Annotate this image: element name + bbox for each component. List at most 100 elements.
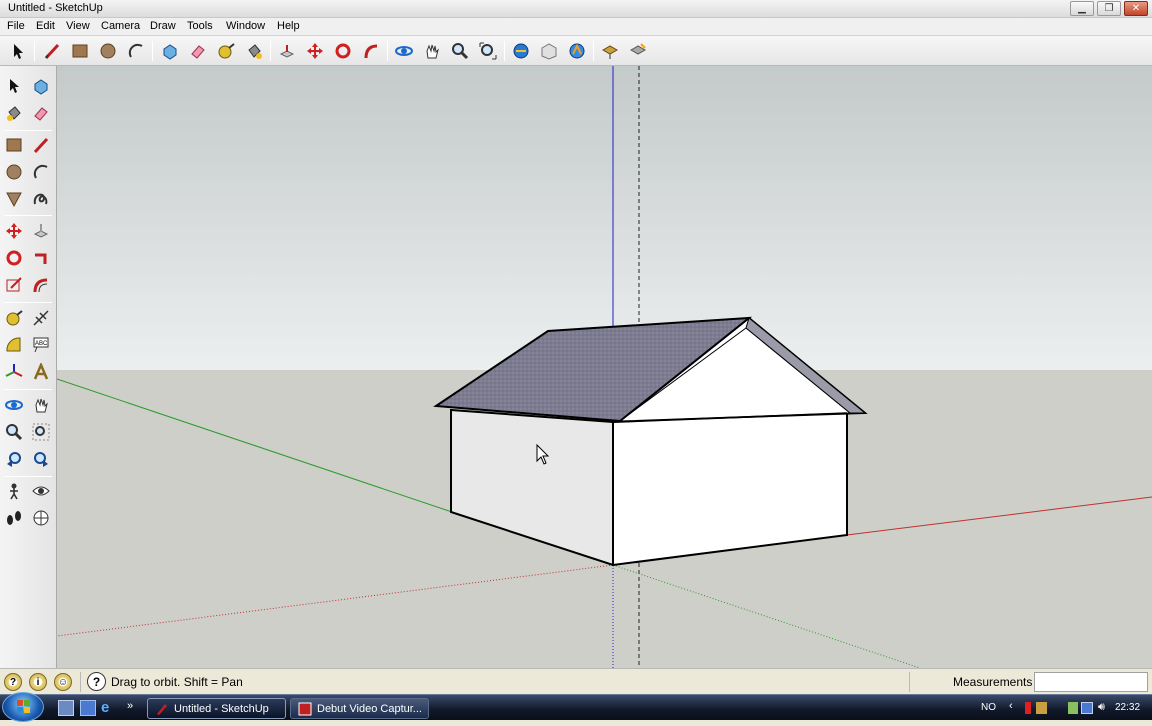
zoom-icon[interactable]	[449, 40, 471, 62]
3d-text-icon[interactable]	[29, 360, 53, 384]
zoom-extents-icon[interactable]	[477, 40, 499, 62]
line-icon[interactable]	[41, 40, 63, 62]
menu-edit[interactable]: Edit	[36, 20, 55, 32]
geo-location-icon[interactable]: ?	[4, 673, 22, 691]
move-icon[interactable]	[304, 40, 326, 62]
orbit-icon[interactable]	[2, 393, 26, 417]
debut-icon	[298, 702, 312, 716]
status-hint: Drag to orbit. Shift = Pan	[111, 675, 243, 689]
rotate-icon[interactable]	[2, 246, 26, 270]
select-icon[interactable]	[2, 74, 26, 98]
tray-expand-icon[interactable]: ‹	[1009, 700, 1013, 712]
menu-bar: File Edit View Camera Draw Tools Window …	[0, 18, 1152, 36]
orbit-icon[interactable]	[393, 40, 415, 62]
rotate-icon[interactable]	[332, 40, 354, 62]
line-icon[interactable]	[29, 133, 53, 157]
taskbar: e » Untitled - SketchUp Debut Video Capt…	[0, 692, 1152, 722]
internet-explorer-icon[interactable]: e	[101, 700, 117, 716]
sky	[57, 66, 1152, 370]
look-around-icon[interactable]	[29, 479, 53, 503]
menu-tools[interactable]: Tools	[187, 20, 213, 32]
status-bar: ? i ☺ ? Drag to orbit. Shift = Pan Measu…	[0, 668, 1152, 694]
make-component-icon[interactable]	[159, 40, 181, 62]
svg-text:ABC: ABC	[35, 341, 48, 347]
tape-measure-icon[interactable]	[2, 306, 26, 330]
arc-icon[interactable]	[125, 40, 147, 62]
make-component-icon[interactable]	[29, 74, 53, 98]
system-tray: NO ‹ 🔊︎ 22:32	[981, 695, 1152, 721]
toggle-terrain-icon[interactable]	[627, 40, 649, 62]
menu-draw[interactable]: Draw	[150, 20, 176, 32]
close-button[interactable]: ✕	[1124, 1, 1148, 16]
switch-windows-icon[interactable]	[80, 700, 96, 716]
pan-icon[interactable]	[29, 393, 53, 417]
menu-file[interactable]: File	[7, 20, 25, 32]
window-title: Untitled - SketchUp	[8, 2, 103, 14]
zoom-icon[interactable]	[2, 420, 26, 444]
position-camera-icon[interactable]	[2, 479, 26, 503]
rectangle-icon[interactable]	[69, 40, 91, 62]
instructor-icon[interactable]: ?	[87, 672, 106, 691]
start-button[interactable]	[2, 692, 44, 722]
google-earth-icon[interactable]	[566, 40, 588, 62]
large-toolset: ABC	[0, 66, 57, 668]
eraser-icon[interactable]	[29, 101, 53, 125]
menu-camera[interactable]: Camera	[101, 20, 140, 32]
quick-launch-overflow-icon[interactable]: »	[127, 700, 143, 716]
share-model-icon[interactable]	[538, 40, 560, 62]
maximize-button[interactable]: ❐	[1097, 1, 1121, 16]
push-pull-icon[interactable]	[276, 40, 298, 62]
user-icon[interactable]: ☺	[54, 673, 72, 691]
measurements-box[interactable]	[1034, 672, 1148, 692]
protractor-icon[interactable]	[2, 333, 26, 357]
show-desktop-icon[interactable]	[58, 700, 74, 716]
zoom-window-icon[interactable]	[29, 420, 53, 444]
minimize-button[interactable]: ▁	[1070, 1, 1094, 16]
menu-help[interactable]: Help	[277, 20, 300, 32]
eraser-icon[interactable]	[187, 40, 209, 62]
next-view-icon[interactable]	[29, 447, 53, 471]
section-plane-icon[interactable]	[29, 506, 53, 530]
model-canvas[interactable]	[57, 66, 1152, 668]
follow-me-icon[interactable]	[360, 40, 382, 62]
move-icon[interactable]	[2, 219, 26, 243]
get-current-view-icon[interactable]	[599, 40, 621, 62]
credits-icon[interactable]: i	[29, 673, 47, 691]
scale-icon[interactable]	[2, 273, 26, 297]
menu-window[interactable]: Window	[226, 20, 265, 32]
select-icon[interactable]	[7, 40, 29, 62]
circle-icon[interactable]	[97, 40, 119, 62]
menu-view[interactable]: View	[66, 20, 90, 32]
task-sketchup[interactable]: Untitled - SketchUp	[147, 698, 286, 719]
clock[interactable]: 22:32	[1115, 702, 1140, 713]
arc-icon[interactable]	[29, 160, 53, 184]
paint-bucket-icon[interactable]	[2, 101, 26, 125]
paint-bucket-icon[interactable]	[243, 40, 265, 62]
sketchup-icon	[157, 704, 167, 715]
title-bar: Untitled - SketchUp ▁ ❐ ✕	[0, 0, 1152, 18]
freehand-icon[interactable]	[29, 187, 53, 211]
tray-chat-icon[interactable]	[1068, 702, 1078, 714]
rectangle-icon[interactable]	[2, 133, 26, 157]
push-pull-icon[interactable]	[29, 219, 53, 243]
tray-app-icon[interactable]	[1025, 702, 1031, 714]
drawing-viewport[interactable]	[57, 66, 1152, 668]
language-indicator[interactable]: NO	[981, 702, 996, 713]
previous-view-icon[interactable]	[2, 447, 26, 471]
measurements-label: Measurements	[953, 675, 1033, 689]
pan-icon[interactable]	[421, 40, 443, 62]
follow-me-icon[interactable]	[29, 246, 53, 270]
offset-icon[interactable]	[29, 273, 53, 297]
network-icon[interactable]	[1081, 702, 1093, 714]
axes-icon[interactable]	[2, 360, 26, 384]
circle-icon[interactable]	[2, 160, 26, 184]
volume-icon[interactable]: 🔊︎	[1098, 701, 1105, 714]
polygon-icon[interactable]	[2, 187, 26, 211]
tray-recorder-icon[interactable]	[1036, 702, 1047, 714]
dimension-icon[interactable]	[29, 306, 53, 330]
walk-icon[interactable]	[2, 506, 26, 530]
tape-measure-icon[interactable]	[215, 40, 237, 62]
text-icon[interactable]: ABC	[29, 333, 53, 357]
get-models-icon[interactable]	[510, 40, 532, 62]
task-debut[interactable]: Debut Video Captur...	[290, 698, 429, 719]
